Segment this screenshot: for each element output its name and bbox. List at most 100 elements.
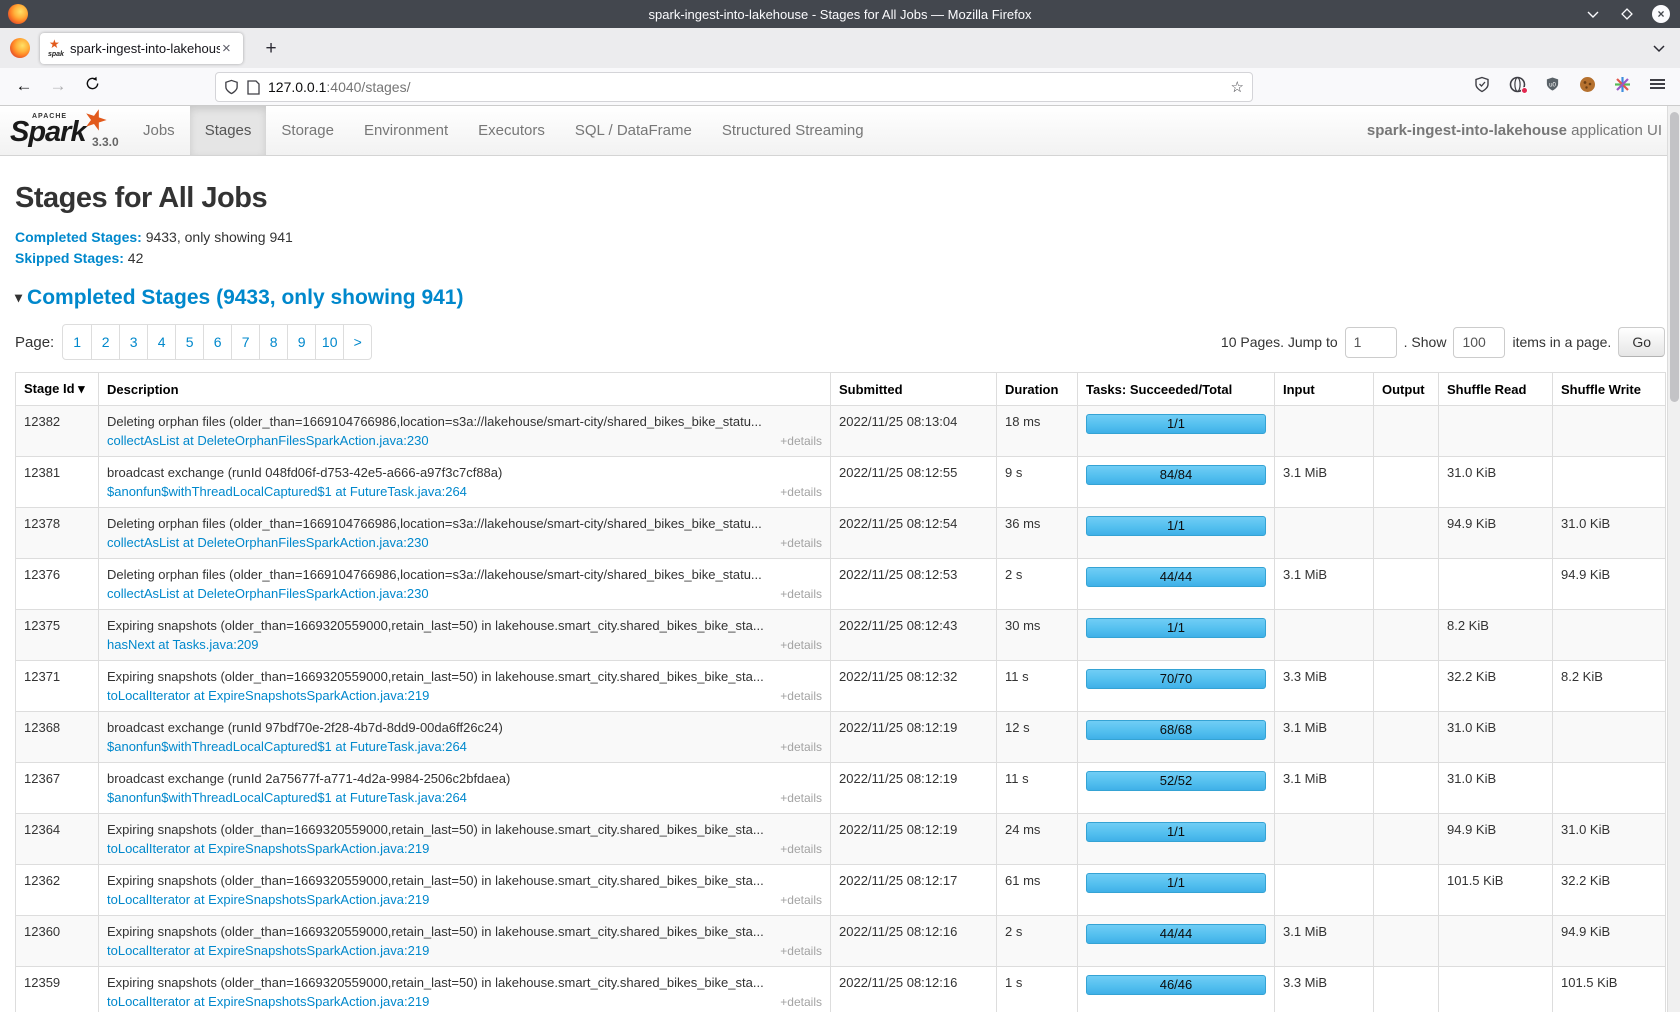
- reload-button[interactable]: [80, 76, 104, 96]
- submitted-cell: 2022/11/25 08:12:43: [831, 610, 997, 661]
- details-toggle[interactable]: +details: [780, 536, 822, 550]
- bookmark-star-icon[interactable]: ☆: [1231, 78, 1244, 96]
- cookie-extension-icon[interactable]: [1578, 75, 1596, 93]
- duration-cell: 61 ms: [997, 865, 1078, 916]
- nav-item-stages[interactable]: Stages: [190, 106, 267, 155]
- ublock-shield-icon[interactable]: u0: [1543, 75, 1561, 93]
- details-toggle[interactable]: +details: [780, 842, 822, 856]
- nav-item-structured-streaming[interactable]: Structured Streaming: [707, 106, 879, 155]
- output-cell: [1374, 712, 1439, 763]
- column-header-1[interactable]: Description: [99, 373, 831, 406]
- browser-tab[interactable]: ★spak spark-ingest-into-lakehous ×: [40, 33, 243, 64]
- details-toggle[interactable]: +details: [780, 740, 822, 754]
- stage-callsite-link[interactable]: toLocalIterator at ExpireSnapshotsSparkA…: [107, 994, 429, 1009]
- nav-item-storage[interactable]: Storage: [266, 106, 349, 155]
- skipped-stages-link[interactable]: Skipped Stages:: [15, 250, 124, 266]
- stage-callsite-link[interactable]: $anonfun$withThreadLocalCaptured$1 at Fu…: [107, 739, 467, 754]
- svg-text:u0: u0: [1549, 81, 1556, 88]
- stage-callsite-link[interactable]: $anonfun$withThreadLocalCaptured$1 at Fu…: [107, 484, 467, 499]
- page-button-4[interactable]: 4: [147, 325, 175, 359]
- go-button[interactable]: Go: [1618, 327, 1665, 357]
- nav-item-sql-dataframe[interactable]: SQL / DataFrame: [560, 106, 707, 155]
- list-tabs-chevron-icon[interactable]: [1652, 40, 1666, 58]
- pocket-shield-icon[interactable]: [1473, 75, 1491, 93]
- shuffle-read-cell: 31.0 KiB: [1439, 712, 1553, 763]
- page-button-3[interactable]: 3: [119, 325, 147, 359]
- url-text[interactable]: 127.0.0.1:4040/stages/: [268, 79, 410, 95]
- details-toggle[interactable]: +details: [780, 995, 822, 1009]
- url-bar[interactable]: 127.0.0.1:4040/stages/ ☆: [215, 72, 1253, 102]
- forward-button[interactable]: →: [46, 76, 70, 96]
- details-toggle[interactable]: +details: [780, 485, 822, 499]
- stage-callsite-link[interactable]: toLocalIterator at ExpireSnapshotsSparkA…: [107, 892, 429, 907]
- stage-callsite-link[interactable]: collectAsList at DeleteOrphanFilesSparkA…: [107, 586, 429, 601]
- items-per-page-input[interactable]: [1453, 327, 1505, 358]
- page-button-7[interactable]: 7: [231, 325, 259, 359]
- page-button-1[interactable]: 1: [63, 325, 91, 359]
- tab-close-icon[interactable]: ×: [222, 41, 231, 56]
- stage-callsite-link[interactable]: toLocalIterator at ExpireSnapshotsSparkA…: [107, 943, 429, 958]
- spark-logo[interactable]: APACHE Spark ★ 3.3.0: [0, 106, 128, 155]
- table-row: 12362 Expiring snapshots (older_than=166…: [16, 865, 1666, 916]
- details-toggle[interactable]: +details: [780, 434, 822, 448]
- page-scrollbar[interactable]: [1667, 106, 1680, 1012]
- column-header-2[interactable]: Submitted: [831, 373, 997, 406]
- page-button-2[interactable]: 2: [91, 325, 119, 359]
- stage-callsite-link[interactable]: hasNext at Tasks.java:209: [107, 637, 259, 652]
- column-header-3[interactable]: Duration: [997, 373, 1078, 406]
- column-header-8[interactable]: Shuffle Write: [1553, 373, 1666, 406]
- description-cell: broadcast exchange (runId 048fd06f-d753-…: [99, 457, 831, 508]
- page-button-8[interactable]: 8: [259, 325, 287, 359]
- details-toggle[interactable]: +details: [780, 791, 822, 805]
- page-info-icon[interactable]: [247, 80, 260, 95]
- mask-extension-icon[interactable]: [1508, 75, 1526, 93]
- spark-nav-items: JobsStagesStorageEnvironmentExecutorsSQL…: [128, 106, 879, 155]
- scrollbar-thumb[interactable]: [1670, 112, 1679, 402]
- minimize-button[interactable]: [1584, 5, 1602, 23]
- details-toggle[interactable]: +details: [780, 587, 822, 601]
- stage-callsite-link[interactable]: $anonfun$withThreadLocalCaptured$1 at Fu…: [107, 790, 467, 805]
- duration-cell: 30 ms: [997, 610, 1078, 661]
- back-button[interactable]: ←: [12, 76, 36, 96]
- stage-callsite-link[interactable]: collectAsList at DeleteOrphanFilesSparkA…: [107, 535, 429, 550]
- column-header-4[interactable]: Tasks: Succeeded/Total: [1078, 373, 1275, 406]
- duration-cell: 2 s: [997, 916, 1078, 967]
- completed-stages-section-toggle[interactable]: ▾Completed Stages (9433, only showing 94…: [15, 286, 1665, 310]
- completed-stages-link[interactable]: Completed Stages:: [15, 229, 142, 245]
- tab-strip: ★spak spark-ingest-into-lakehous × +: [0, 28, 1680, 68]
- details-toggle[interactable]: +details: [780, 893, 822, 907]
- page-button->[interactable]: >: [343, 325, 371, 359]
- page-button-9[interactable]: 9: [287, 325, 315, 359]
- description-cell: Expiring snapshots (older_than=166932055…: [99, 661, 831, 712]
- firefox-icon[interactable]: [10, 38, 30, 58]
- stage-id-cell: 12376: [16, 559, 99, 610]
- stage-callsite-link[interactable]: toLocalIterator at ExpireSnapshotsSparkA…: [107, 841, 429, 856]
- close-button[interactable]: ×: [1652, 5, 1670, 23]
- page-button-5[interactable]: 5: [175, 325, 203, 359]
- details-toggle[interactable]: +details: [780, 689, 822, 703]
- jump-to-page-input[interactable]: [1345, 327, 1397, 358]
- asterisk-extension-icon[interactable]: [1613, 75, 1631, 93]
- column-header-5[interactable]: Input: [1275, 373, 1374, 406]
- stage-callsite-link[interactable]: collectAsList at DeleteOrphanFilesSparkA…: [107, 433, 429, 448]
- duration-cell: 11 s: [997, 661, 1078, 712]
- menu-hamburger-icon[interactable]: [1648, 75, 1666, 93]
- new-tab-button[interactable]: +: [258, 36, 284, 62]
- details-toggle[interactable]: +details: [780, 638, 822, 652]
- column-header-0[interactable]: Stage Id ▾: [16, 373, 99, 406]
- stage-callsite-link[interactable]: toLocalIterator at ExpireSnapshotsSparkA…: [107, 688, 429, 703]
- column-header-7[interactable]: Shuffle Read: [1439, 373, 1553, 406]
- stage-description: Expiring snapshots (older_than=166932055…: [107, 873, 822, 888]
- column-header-6[interactable]: Output: [1374, 373, 1439, 406]
- page-button-10[interactable]: 10: [315, 325, 343, 359]
- nav-item-executors[interactable]: Executors: [463, 106, 560, 155]
- nav-item-environment[interactable]: Environment: [349, 106, 463, 155]
- tracking-shield-icon[interactable]: [224, 79, 239, 95]
- maximize-button[interactable]: [1618, 5, 1636, 23]
- details-toggle[interactable]: +details: [780, 944, 822, 958]
- page-button-6[interactable]: 6: [203, 325, 231, 359]
- input-cell: 3.1 MiB: [1275, 763, 1374, 814]
- task-progress-label: 44/44: [1160, 926, 1193, 941]
- nav-item-jobs[interactable]: Jobs: [128, 106, 190, 155]
- shuffle-read-cell: 94.9 KiB: [1439, 508, 1553, 559]
